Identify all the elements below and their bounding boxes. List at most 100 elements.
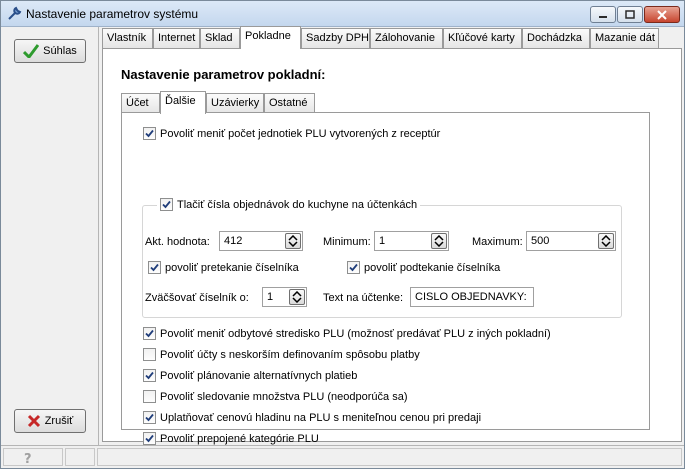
linked-categories-label: Povoliť prepojené kategórie PLU	[160, 432, 319, 445]
print-order-numbers-checkbox[interactable]	[160, 198, 173, 211]
tab-pokladne[interactable]: Pokladne	[240, 26, 301, 49]
tab-internet[interactable]: Internet	[153, 28, 200, 48]
order-numbers-group: Tlačiť čísla objednávok do kuchyne na úč…	[142, 198, 622, 318]
status-bar: ?	[1, 445, 684, 468]
later-payment-label: Povoliť účty s neskorším definovaním spô…	[160, 348, 420, 361]
confirm-button[interactable]: Súhlas	[14, 39, 86, 63]
svg-text:?: ?	[24, 452, 32, 466]
track-qty-option[interactable]: Povoliť sledovanie množstva PLU (neodpor…	[143, 390, 407, 403]
check-mark-icon	[145, 329, 154, 338]
change-qty-checkbox[interactable]	[143, 127, 156, 140]
change-sales-center-label: Povoliť meniť odbytové stredisko PLU (mo…	[160, 327, 551, 340]
app-wrench-icon	[8, 6, 22, 20]
status-help-cell: ?	[3, 448, 63, 467]
cancel-button[interactable]: Zrušiť	[14, 409, 86, 433]
check-mark-icon	[145, 434, 154, 443]
later-payment-checkbox[interactable]	[143, 348, 156, 361]
print-order-numbers-label: Tlačiť čísla objednávok do kuchyne na úč…	[177, 198, 418, 211]
allow-underflow-checkbox[interactable]	[347, 261, 360, 274]
later-payment-option[interactable]: Povoliť účty s neskorším definovaním spô…	[143, 348, 420, 361]
tab-sklad[interactable]: Sklad	[200, 28, 240, 48]
maximum-field[interactable]: 500	[526, 231, 616, 251]
minimize-icon	[599, 15, 607, 18]
increment-spinner[interactable]	[289, 289, 305, 305]
alt-payments-option[interactable]: Povoliť plánovanie alternatívnych platie…	[143, 369, 357, 382]
tab-mazanie-dat[interactable]: Mazanie dát	[590, 28, 659, 48]
receipt-text-label: Text na účtenke:	[323, 292, 404, 304]
maximum-label: Maximum:	[472, 236, 523, 248]
status-cell-2	[65, 448, 95, 466]
maximum-spinner[interactable]	[598, 233, 614, 249]
minimum-text: 1	[379, 235, 386, 247]
check-mark-icon	[349, 263, 358, 272]
subtab-dalsie[interactable]: Ďalšie	[160, 91, 206, 114]
minimum-label: Minimum:	[323, 236, 371, 248]
check-mark-icon	[162, 200, 171, 209]
allow-overflow-checkbox[interactable]	[148, 261, 161, 274]
track-qty-checkbox[interactable]	[143, 390, 156, 403]
subtab-ucet[interactable]: Účet	[121, 93, 160, 113]
subtab-uzavierky[interactable]: Uzávierky	[206, 93, 264, 113]
spinner-arrows-icon	[434, 235, 444, 247]
pokladne-panel: Nastavenie parametrov pokladní: Účet Ďal…	[102, 48, 682, 445]
check-mark-icon	[145, 129, 154, 138]
linked-categories-checkbox[interactable]	[143, 432, 156, 445]
minimum-spinner[interactable]	[431, 233, 447, 249]
tab-zalohovanie[interactable]: Zálohovanie	[370, 28, 443, 48]
linked-categories-option[interactable]: Povoliť prepojené kategórie PLU	[143, 432, 319, 445]
checkmark-icon	[23, 44, 40, 58]
maximum-text: 500	[531, 235, 550, 247]
increment-label: Zväčšovať číselník o:	[145, 292, 249, 304]
spinner-arrows-icon	[288, 235, 298, 247]
receipt-text-value: CISLO OBJEDNAVKY:	[415, 291, 527, 303]
current-value-text: 412	[224, 235, 243, 247]
change-qty-option[interactable]: Povoliť meniť počet jednotiek PLU vytvor…	[143, 127, 440, 140]
minimize-button[interactable]	[590, 6, 616, 23]
settings-window: Nastavenie parametrov systému Súhlas Zru…	[0, 0, 685, 469]
receipt-text-field[interactable]: CISLO OBJEDNAVKY:	[410, 287, 534, 307]
increment-text: 1	[267, 291, 274, 303]
close-icon	[657, 9, 667, 20]
x-mark-icon	[27, 414, 40, 428]
alt-payments-label: Povoliť plánovanie alternatívnych platie…	[160, 369, 358, 382]
change-qty-label: Povoliť meniť počet jednotiek PLU vytvor…	[160, 127, 441, 140]
track-qty-label: Povoliť sledovanie množstva PLU (neodpor…	[160, 390, 408, 403]
change-sales-center-option[interactable]: Povoliť meniť odbytové stredisko PLU (mo…	[143, 327, 551, 340]
spinner-arrows-icon	[292, 291, 302, 303]
dalsie-panel: Povoliť meniť počet jednotiek PLU vytvor…	[121, 112, 650, 445]
alt-payments-checkbox[interactable]	[143, 369, 156, 382]
increment-field[interactable]: 1	[262, 287, 307, 307]
left-button-pane: Súhlas Zrušiť	[1, 27, 99, 445]
allow-overflow-label: povoliť pretekanie číselníka	[165, 261, 299, 274]
title-bar[interactable]: Nastavenie parametrov systému	[1, 1, 684, 27]
allow-underflow-label: povoliť podtekanie číselníka	[364, 261, 501, 274]
check-mark-icon	[145, 413, 154, 422]
change-sales-center-checkbox[interactable]	[143, 327, 156, 340]
current-value-field[interactable]: 412	[219, 231, 303, 251]
cancel-button-label: Zrušiť	[44, 415, 74, 427]
tab-vlastnik[interactable]: Vlastník	[102, 28, 153, 48]
apply-price-level-option[interactable]: Uplatňovať cenovú hladinu na PLU s menit…	[143, 411, 481, 424]
check-mark-icon	[150, 263, 159, 272]
close-button[interactable]	[644, 6, 680, 23]
subtab-ostatne[interactable]: Ostatné	[264, 93, 315, 113]
page-title: Nastavenie parametrov pokladní:	[121, 67, 326, 82]
maximize-icon	[625, 9, 635, 19]
status-cell-3	[97, 448, 682, 466]
allow-overflow-option[interactable]: povoliť pretekanie číselníka	[148, 261, 299, 274]
tab-dochadzka[interactable]: Dochádzka	[522, 28, 590, 48]
minimum-field[interactable]: 1	[374, 231, 449, 251]
current-value-spinner[interactable]	[285, 233, 301, 249]
spinner-arrows-icon	[601, 235, 611, 247]
check-mark-icon	[145, 371, 154, 380]
apply-price-level-checkbox[interactable]	[143, 411, 156, 424]
allow-underflow-option[interactable]: povoliť podtekanie číselníka	[347, 261, 500, 274]
tab-klucove-karty[interactable]: Kľúčové karty	[443, 28, 522, 48]
apply-price-level-label: Uplatňovať cenovú hladinu na PLU s menit…	[160, 411, 482, 424]
print-order-numbers-option[interactable]: Tlačiť čísla objednávok do kuchyne na úč…	[157, 198, 421, 211]
current-value-label: Akt. hodnota:	[145, 236, 210, 248]
confirm-button-label: Súhlas	[43, 45, 77, 57]
maximize-button[interactable]	[617, 6, 643, 23]
tab-sadzby-dph[interactable]: Sadzby DPH	[301, 28, 370, 48]
help-question-icon[interactable]: ?	[20, 450, 36, 467]
